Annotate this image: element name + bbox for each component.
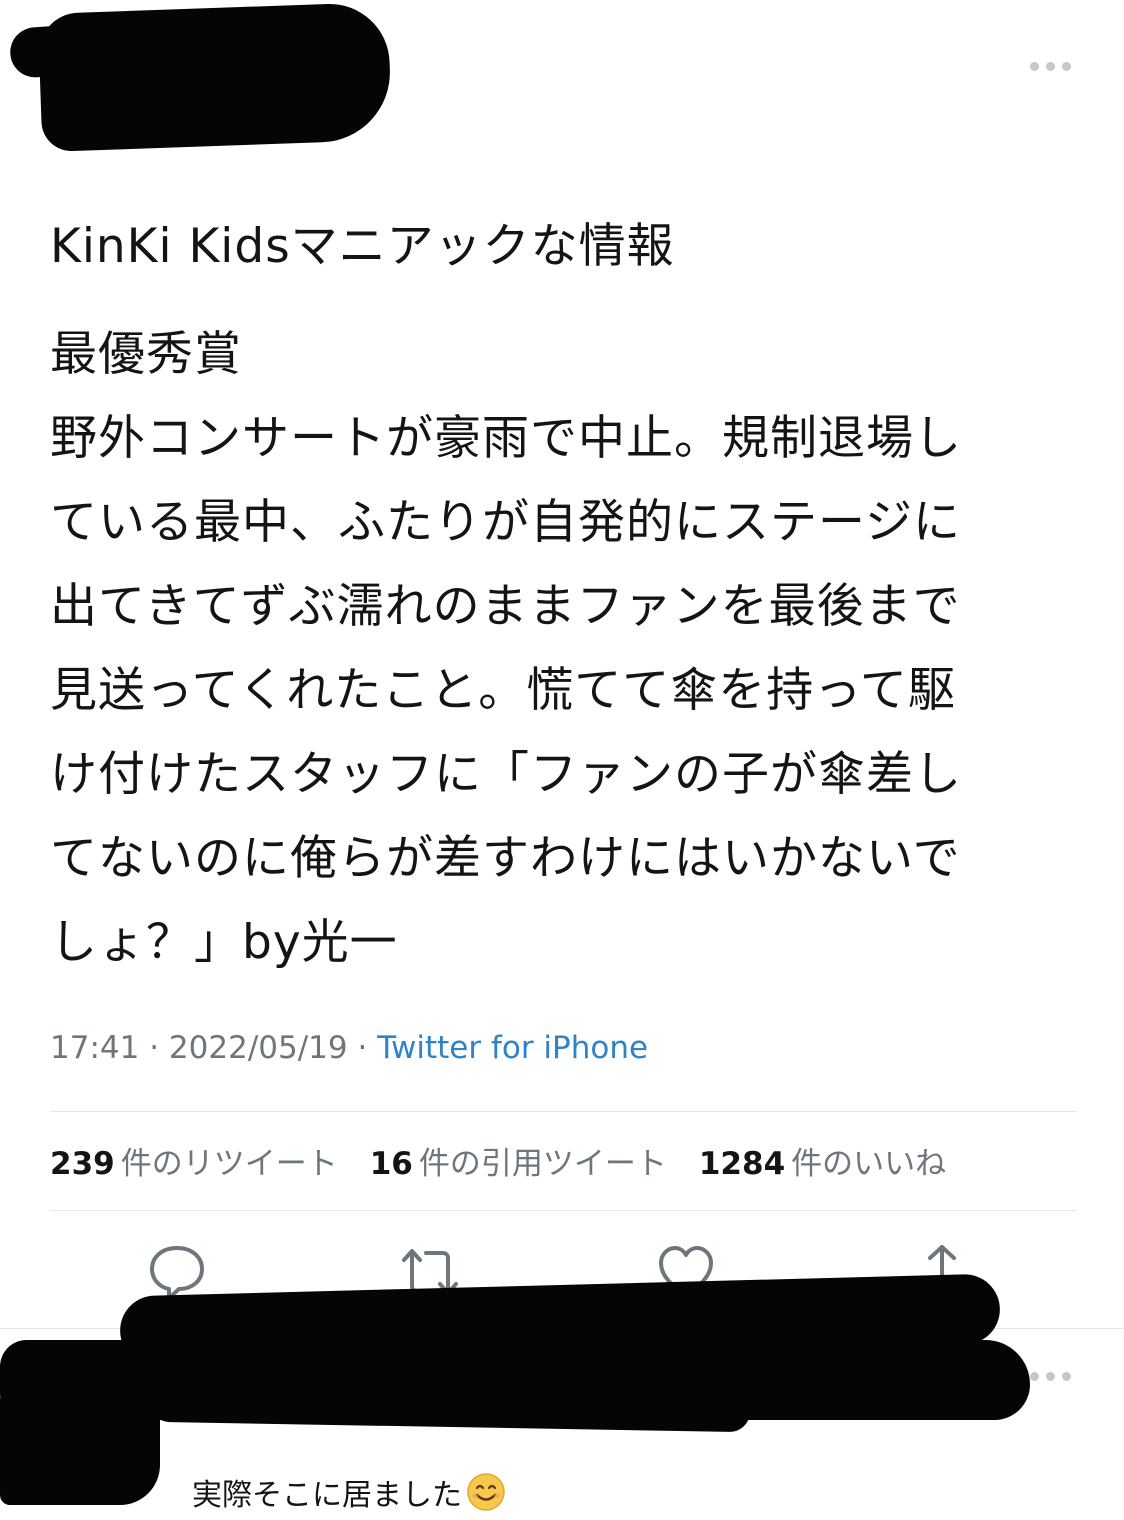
reply-body: 実際そこに居ました — [192, 1470, 506, 1514]
reply-author-redaction — [0, 1390, 160, 1505]
quote-label: 件の引用ツイート — [418, 1146, 667, 1182]
tweet-line: 野外コンサートが豪雨で中止。規制退場し — [50, 411, 962, 466]
tweet-line: 見送ってくれたこと。慌てて傘を持って駆 — [50, 663, 956, 718]
reply-icon — [150, 1246, 204, 1300]
more-options-icon[interactable] — [1030, 62, 1071, 71]
tweet-line: しょ？」by光一 — [50, 915, 398, 970]
reply-button[interactable] — [147, 1242, 207, 1302]
quote-count: 16 — [369, 1146, 413, 1182]
meta-separator: · — [357, 1030, 368, 1066]
like-label: 件のいいね — [791, 1146, 947, 1182]
tweet-meta: 17:41 · 2022/05/19 · Twitter for iPhone — [50, 1030, 648, 1066]
tweet-stats: 239 件のリツイート 16 件の引用ツイート 1284 件のいいね — [50, 1138, 946, 1183]
tweet-line: け付けたスタッフに「ファンの子が傘差し — [50, 747, 962, 802]
tweet-line: 出てきてずぶ濡れのままファンを最後まで — [50, 579, 961, 634]
like-count: 1284 — [698, 1146, 786, 1182]
tweet-line: KinKi Kidsマニアックな情報 — [50, 219, 675, 274]
reply-text: 実際そこに居ました — [192, 1478, 462, 1513]
meta-separator: · — [149, 1030, 160, 1066]
tweet-date: 2022/05/19 — [168, 1030, 348, 1066]
smiling-face-emoji — [466, 1472, 506, 1512]
quote-count-link[interactable]: 16 件の引用ツイート — [370, 1138, 667, 1183]
tweet-line: 最優秀賞 — [50, 327, 242, 382]
tweet-time: 17:41 — [50, 1030, 140, 1066]
retweet-count: 239 — [50, 1146, 115, 1182]
retweet-count-link[interactable]: 239 件のリツイート — [50, 1138, 338, 1183]
retweet-label: 件のリツイート — [120, 1146, 338, 1182]
like-count-link[interactable]: 1284 件のいいね — [699, 1138, 946, 1183]
tweet-body: KinKi Kidsマニアックな情報 最優秀賞 野外コンサートが豪雨で中止。規制… — [50, 205, 1080, 985]
reply-more-options-icon[interactable] — [1030, 1372, 1071, 1381]
tweet-source-link[interactable]: Twitter for iPhone — [377, 1030, 648, 1066]
tweet-line: ている最中、ふたりが自発的にステージに — [50, 495, 962, 550]
tweet-line: てないのに俺らが差すわけにはいかないで — [50, 831, 961, 886]
divider — [50, 1111, 1076, 1112]
divider — [50, 1210, 1076, 1211]
